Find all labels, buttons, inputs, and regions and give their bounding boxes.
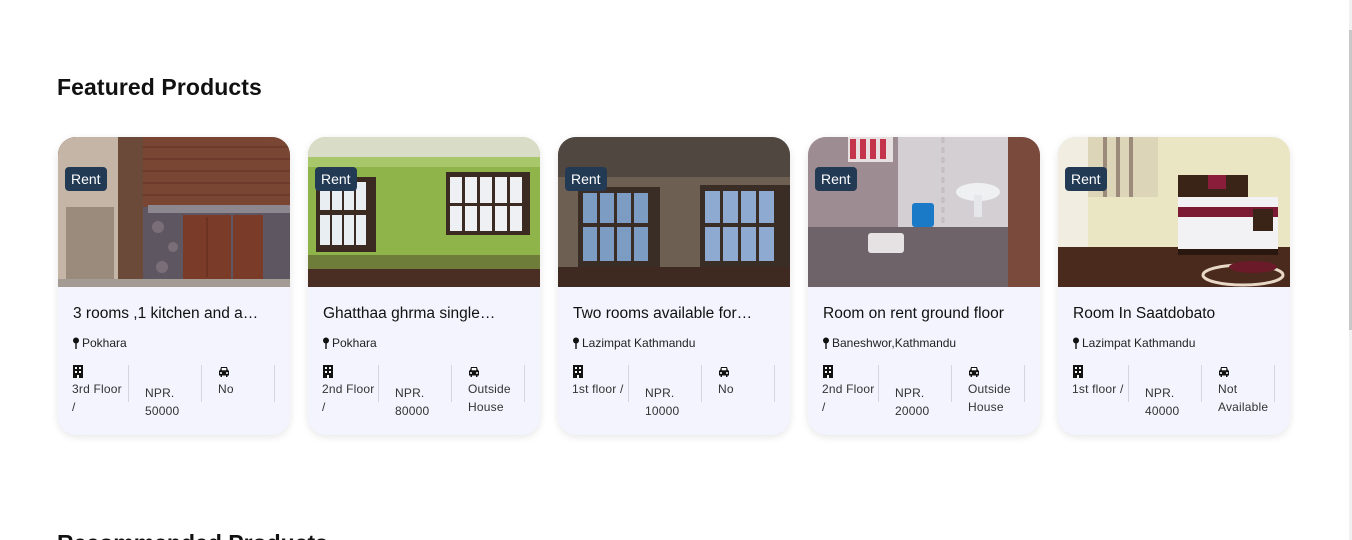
floor-text: 2nd Floor / bbox=[822, 382, 875, 414]
product-location: Lazimpat Kathmandu bbox=[572, 336, 695, 350]
spec-parking: No bbox=[702, 365, 775, 402]
map-pin-icon bbox=[1073, 337, 1079, 349]
product-specs: 3rd Floor / NPR. 50000 No bbox=[58, 365, 290, 418]
parking-text: Not Available bbox=[1218, 382, 1269, 414]
product-specs: 2nd Floor / NPR. 80000 Outside House bbox=[308, 365, 540, 418]
product-location: Baneshwor,Kathmandu bbox=[822, 336, 956, 350]
product-specs: 1st floor / NPR. 40000 Not Available bbox=[1058, 365, 1290, 418]
floor-text: 1st floor / bbox=[572, 382, 624, 396]
spec-price: NPR. 80000 bbox=[379, 365, 452, 418]
building-icon bbox=[573, 365, 583, 378]
product-cards: Rent 3 rooms ,1 kitchen and a… Pokhara 3… bbox=[58, 137, 1290, 435]
product-specs: 1st floor / NPR. 10000 No bbox=[558, 365, 790, 418]
spec-floor: 2nd Floor / bbox=[808, 365, 879, 414]
spec-price: NPR. 50000 bbox=[129, 365, 202, 418]
spec-price: NPR. 40000 bbox=[1129, 365, 1202, 418]
spec-floor: 1st floor / bbox=[1058, 365, 1129, 402]
map-pin-icon bbox=[323, 337, 329, 349]
parking-text: Outside House bbox=[968, 382, 1011, 414]
building-icon bbox=[73, 365, 83, 378]
price-text: NPR. 50000 bbox=[145, 386, 180, 418]
product-location: Pokhara bbox=[322, 336, 377, 350]
product-image[interactable]: Rent bbox=[58, 137, 290, 287]
product-title[interactable]: 3 rooms ,1 kitchen and a… bbox=[73, 305, 278, 323]
car-icon bbox=[719, 367, 729, 377]
car-icon bbox=[969, 367, 979, 377]
product-location: Lazimpat Kathmandu bbox=[1072, 336, 1195, 350]
car-icon bbox=[219, 367, 229, 377]
product-image[interactable]: Rent bbox=[1058, 137, 1290, 287]
listing-type-badge: Rent bbox=[65, 167, 107, 191]
product-title[interactable]: Room In Saatdobato bbox=[1073, 305, 1278, 323]
building-icon bbox=[823, 365, 833, 378]
product-title[interactable]: Room on rent ground floor bbox=[823, 305, 1028, 323]
spec-parking: Outside House bbox=[452, 365, 525, 414]
floor-text: 3rd Floor / bbox=[72, 382, 122, 414]
spec-floor: 2nd Floor / bbox=[308, 365, 379, 414]
section-title: Featured Products bbox=[57, 74, 262, 100]
parking-text: No bbox=[218, 382, 234, 396]
spec-parking: Outside House bbox=[952, 365, 1025, 414]
listing-type-badge: Rent bbox=[315, 167, 357, 191]
location-text: Pokhara bbox=[82, 336, 127, 350]
spec-price: NPR. 20000 bbox=[879, 365, 952, 418]
product-image[interactable]: Rent bbox=[558, 137, 790, 287]
location-text: Pokhara bbox=[332, 336, 377, 350]
floor-text: 2nd Floor / bbox=[322, 382, 375, 414]
price-text: NPR. 20000 bbox=[895, 386, 930, 418]
listing-type-badge: Rent bbox=[1065, 167, 1107, 191]
parking-text: No bbox=[718, 382, 734, 396]
building-icon bbox=[323, 365, 333, 378]
product-specs: 2nd Floor / NPR. 20000 Outside House bbox=[808, 365, 1040, 418]
price-text: NPR. 40000 bbox=[1145, 386, 1180, 418]
parking-text: Outside House bbox=[468, 382, 511, 414]
spec-price: NPR. 10000 bbox=[629, 365, 702, 418]
price-text: NPR. 10000 bbox=[645, 386, 680, 418]
product-card[interactable]: Rent Two rooms available for… Lazimpat K… bbox=[558, 137, 790, 435]
price-text: NPR. 80000 bbox=[395, 386, 430, 418]
product-title[interactable]: Two rooms available for… bbox=[573, 305, 778, 323]
product-card[interactable]: Rent Room In Saatdobato Lazimpat Kathman… bbox=[1058, 137, 1290, 435]
product-card[interactable]: Rent 3 rooms ,1 kitchen and a… Pokhara 3… bbox=[58, 137, 290, 435]
location-text: Lazimpat Kathmandu bbox=[1082, 336, 1196, 350]
map-pin-icon bbox=[823, 337, 829, 349]
spec-floor: 3rd Floor / bbox=[58, 365, 129, 414]
listing-type-badge: Rent bbox=[815, 167, 857, 191]
car-icon bbox=[469, 367, 479, 377]
map-pin-icon bbox=[573, 337, 579, 349]
product-card[interactable]: Rent Room on rent ground floor Baneshwor… bbox=[808, 137, 1040, 435]
product-card[interactable]: Rent Ghatthaa ghrma single… Pokhara 2nd … bbox=[308, 137, 540, 435]
spec-parking: No bbox=[202, 365, 275, 402]
spec-floor: 1st floor / bbox=[558, 365, 629, 402]
floor-text: 1st floor / bbox=[1072, 382, 1124, 396]
product-title[interactable]: Ghatthaa ghrma single… bbox=[323, 305, 528, 323]
location-text: Baneshwor,Kathmandu bbox=[832, 336, 957, 350]
next-section-title: Recommended Products bbox=[57, 530, 328, 540]
listing-type-badge: Rent bbox=[565, 167, 607, 191]
location-text: Lazimpat Kathmandu bbox=[582, 336, 696, 350]
car-icon bbox=[1219, 367, 1229, 377]
product-location: Pokhara bbox=[72, 336, 127, 350]
product-image[interactable]: Rent bbox=[808, 137, 1040, 287]
building-icon bbox=[1073, 365, 1083, 378]
spec-parking: Not Available bbox=[1202, 365, 1275, 414]
product-image[interactable]: Rent bbox=[308, 137, 540, 287]
map-pin-icon bbox=[73, 337, 79, 349]
